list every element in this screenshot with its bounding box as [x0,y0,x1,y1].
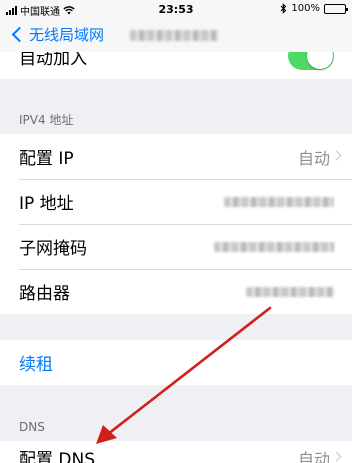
configure-dns-value: 自动 [297,449,330,463]
configure-ip-row[interactable]: 配置 IP 自动 [0,134,352,179]
status-bar: 中国联通 23:53 100% [0,0,352,18]
dns-section-header: DNS [19,420,45,434]
navigation-bar: 无线局域网 [0,18,352,52]
ipv4-group: 配置 IP 自动 IP 地址 子网掩码 路由器 [0,134,352,314]
back-button[interactable]: 无线局域网 [10,24,104,45]
chevron-left-icon [11,26,28,43]
auto-join-label: 自动加入 [19,52,87,69]
bluetooth-icon [281,3,287,14]
dns-group: 配置 DNS 自动 [0,441,352,463]
back-label: 无线局域网 [29,26,105,44]
ip-address-row: IP 地址 [0,179,352,224]
router-label: 路由器 [19,284,70,304]
router-value-redacted [246,287,334,297]
configure-dns-row[interactable]: 配置 DNS 自动 [0,441,352,463]
renew-lease-button[interactable]: 续租 [0,340,352,385]
configure-ip-value: 自动 [297,148,330,168]
subnet-mask-value-redacted [214,242,334,252]
ipv4-section-header: IPV4 地址 [19,113,74,127]
ip-address-label: IP 地址 [19,194,74,214]
ip-address-value-redacted [224,197,334,207]
battery-icon [324,3,348,14]
chevron-right-icon [331,150,342,161]
configure-ip-label: 配置 IP [19,149,74,169]
auto-join-group: 自动加入 [0,52,352,79]
configure-dns-label: 配置 DNS [19,450,96,463]
subnet-mask-row: 子网掩码 [0,224,352,269]
router-row: 路由器 [0,269,352,314]
network-name-redacted [130,30,218,41]
renew-group: 续租 [0,340,352,385]
battery-percent: 100% [291,3,320,14]
chevron-right-icon [331,451,342,462]
auto-join-toggle[interactable] [288,52,334,70]
subnet-mask-label: 子网掩码 [19,239,87,259]
auto-join-row: 自动加入 [0,52,352,79]
